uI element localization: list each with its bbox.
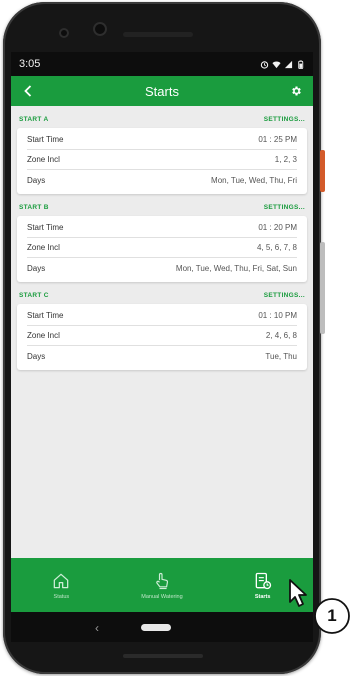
start-time-row[interactable]: Start Time 01 : 25 PM [27, 130, 297, 150]
home-icon [54, 573, 69, 588]
row-value: 1, 2, 3 [274, 155, 297, 164]
zone-incl-row[interactable]: Zone Incl 2, 4, 6, 8 [27, 326, 297, 346]
power-button [320, 150, 325, 192]
nav-status[interactable]: Status [11, 571, 111, 600]
settings-link[interactable]: SETTINGS... [264, 116, 305, 123]
days-row[interactable]: Days Tue, Thu [27, 346, 297, 366]
page-title: Starts [145, 83, 179, 99]
days-row[interactable]: Days Mon, Tue, Wed, Thu, Fri [27, 170, 297, 190]
gear-icon [292, 86, 301, 96]
volume-button [320, 242, 325, 334]
status-time: 3:05 [19, 58, 41, 70]
callout-number: 1 [327, 606, 337, 625]
app-screen: 3:05 Starts START A SETTINGS... Start Ti… [11, 52, 313, 612]
system-home-pill[interactable] [141, 624, 171, 631]
tap-callout: 1 [284, 576, 353, 636]
row-label: Zone Incl [27, 155, 60, 164]
section-title: START C [19, 291, 49, 299]
row-value: 01 : 25 PM [258, 135, 297, 144]
row-value: 01 : 20 PM [258, 223, 297, 232]
section-header-start-c: START C SETTINGS... [17, 286, 307, 304]
bottom-navigation: Status Manual Watering Starts [11, 558, 313, 612]
row-value: Mon, Tue, Wed, Thu, Fri [211, 175, 297, 185]
battery-icon [298, 59, 304, 69]
starts-list: START A SETTINGS... Start Time 01 : 25 P… [11, 110, 313, 370]
section-title: START A [19, 115, 49, 123]
earpiece-speaker [123, 32, 193, 37]
row-value: 01 : 10 PM [258, 311, 297, 320]
section-title: START B [19, 203, 49, 211]
app-bar: Starts [11, 76, 313, 106]
signal-icon [284, 60, 293, 68]
status-icons [260, 59, 305, 69]
row-label: Start Time [27, 311, 64, 320]
settings-link[interactable]: SETTINGS... [264, 204, 305, 211]
system-navigation-bar: ‹ [11, 612, 313, 642]
front-camera-icon [93, 22, 107, 36]
wifi-icon [272, 61, 281, 68]
row-label: Days [27, 351, 46, 361]
row-label: Zone Incl [27, 331, 60, 340]
back-button[interactable] [19, 82, 37, 100]
row-label: Start Time [27, 223, 64, 232]
row-label: Start Time [27, 135, 64, 144]
nav-manual-watering[interactable]: Manual Watering [112, 571, 212, 600]
phone-frame: 3:05 Starts START A SETTINGS... Start Ti… [3, 2, 325, 674]
system-back-icon[interactable]: ‹ [95, 621, 99, 635]
nav-label: Manual Watering [141, 593, 183, 600]
status-bar: 3:05 [11, 52, 313, 76]
row-label: Days [27, 263, 46, 273]
start-card-b: Start Time 01 : 20 PM Zone Incl 4, 5, 6,… [17, 216, 307, 282]
days-row[interactable]: Days Mon, Tue, Wed, Thu, Fri, Sat, Sun [27, 258, 297, 278]
settings-button[interactable] [287, 82, 305, 100]
nav-label: Status [53, 593, 70, 600]
row-label: Days [27, 175, 46, 185]
row-label: Zone Incl [27, 243, 60, 252]
section-header-start-a: START A SETTINGS... [17, 110, 307, 128]
starts-schedule-icon [255, 572, 271, 589]
front-sensor-icon [59, 28, 69, 38]
settings-link[interactable]: SETTINGS... [264, 292, 305, 299]
row-value: 2, 4, 6, 8 [265, 331, 297, 340]
start-card-c: Start Time 01 : 10 PM Zone Incl 2, 4, 6,… [17, 304, 307, 370]
section-header-start-b: START B SETTINGS... [17, 198, 307, 216]
alarm-icon [260, 60, 269, 69]
zone-incl-row[interactable]: Zone Incl 1, 2, 3 [27, 150, 297, 170]
row-value: Tue, Thu [265, 351, 297, 361]
zone-incl-row[interactable]: Zone Incl 4, 5, 6, 7, 8 [27, 238, 297, 258]
start-time-row[interactable]: Start Time 01 : 10 PM [27, 306, 297, 326]
bottom-speaker [123, 654, 203, 658]
row-value: 4, 5, 6, 7, 8 [256, 243, 297, 252]
nav-label: Starts [254, 593, 271, 600]
start-card-a: Start Time 01 : 25 PM Zone Incl 1, 2, 3 … [17, 128, 307, 194]
hand-pointer-icon [156, 572, 168, 589]
start-time-row[interactable]: Start Time 01 : 20 PM [27, 218, 297, 238]
row-value: Mon, Tue, Wed, Thu, Fri, Sat, Sun [175, 263, 297, 273]
chevron-left-icon [24, 85, 32, 97]
